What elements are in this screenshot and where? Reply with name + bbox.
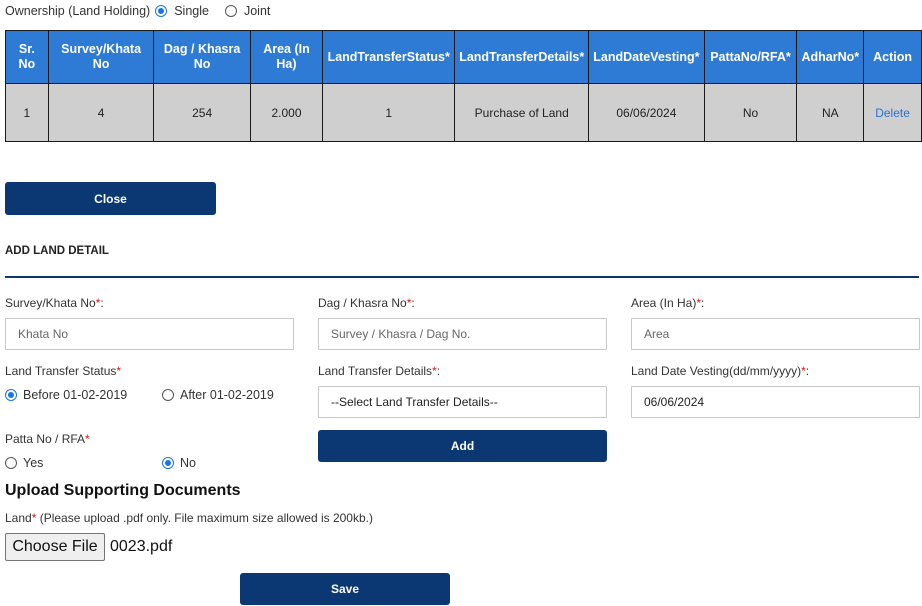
col-patta-rfa: PattaNo/RFA*: [703, 30, 798, 84]
dag-khasra-label: Dag / Khasra No*:: [318, 296, 415, 310]
label-colon: :: [701, 296, 705, 310]
cell-transfer-status: 1: [322, 83, 456, 142]
dag-khasra-input[interactable]: Survey / Khasra / Dag No.: [318, 318, 607, 350]
cell-transfer-details: Purchase of Land: [454, 83, 590, 142]
patta-rfa-label: Patta No / RFA*: [5, 432, 90, 446]
cell-action: Delete: [863, 83, 922, 142]
col-action: Action: [863, 30, 922, 84]
close-button[interactable]: Close: [5, 182, 216, 215]
cell-survey-khata: 4: [47, 83, 155, 142]
ownership-label: Ownership (Land Holding): [5, 4, 151, 18]
survey-khata-placeholder: Khata No: [18, 327, 69, 341]
ownership-joint-radio[interactable]: [224, 5, 237, 17]
transfer-details-label-text: Land Transfer Details: [318, 364, 433, 378]
transfer-after-option[interactable]: After 01-02-2019: [162, 388, 274, 402]
cell-patta-rfa: No: [703, 83, 798, 142]
patta-no-radio[interactable]: [162, 457, 174, 469]
transfer-after-label[interactable]: After 01-02-2019: [180, 388, 274, 402]
required-mark: *: [85, 432, 90, 446]
col-area: Area (In Ha): [249, 30, 324, 84]
col-survey-khata: Survey/Khata No: [47, 30, 155, 84]
date-vesting-value: 06/06/2024: [644, 395, 705, 409]
upload-note-text: (Please upload .pdf only. File maximum s…: [36, 511, 373, 525]
dag-khasra-placeholder: Survey / Khasra / Dag No.: [331, 327, 471, 341]
cell-sr-no: 1: [5, 83, 49, 142]
transfer-details-selected-value: --Select Land Transfer Details--: [331, 395, 498, 409]
survey-khata-label-text: Survey/Khata No: [5, 296, 96, 310]
patta-yes-label[interactable]: Yes: [23, 456, 43, 470]
transfer-status-label: Land Transfer Status*: [5, 364, 121, 378]
land-table: Sr. No Survey/Khata No Dag / Khasra No A…: [5, 30, 922, 142]
col-sr-no: Sr. No: [5, 30, 49, 84]
cell-area: 2.000: [249, 83, 324, 142]
table-header-row: Sr. No Survey/Khata No Dag / Khasra No A…: [5, 30, 922, 84]
transfer-before-option[interactable]: Before 01-02-2019: [5, 388, 127, 402]
ownership-single-label[interactable]: Single: [174, 4, 209, 18]
ownership-row: Ownership (Land Holding) Single Joint: [5, 4, 270, 18]
ownership-joint-label[interactable]: Joint: [244, 4, 270, 18]
survey-khata-label: Survey/Khata No*:: [5, 296, 104, 310]
delete-link[interactable]: Delete: [875, 106, 910, 120]
required-mark: *: [116, 364, 122, 378]
transfer-before-radio[interactable]: [5, 389, 17, 401]
patta-rfa-label-text: Patta No / RFA: [5, 432, 86, 446]
transfer-after-radio[interactable]: [162, 389, 174, 401]
transfer-status-label-text: Land Transfer Status: [5, 364, 117, 378]
date-vesting-input[interactable]: 06/06/2024: [631, 386, 920, 418]
transfer-details-label: Land Transfer Details*:: [318, 364, 440, 378]
col-dag-khasra: Dag / Khasra No: [153, 30, 251, 84]
col-transfer-status: LandTransferStatus*: [322, 30, 456, 84]
section-divider: [5, 276, 919, 278]
label-colon: :: [436, 364, 441, 378]
area-input[interactable]: Area: [631, 318, 920, 350]
dag-khasra-label-text: Dag / Khasra No: [318, 296, 407, 310]
cell-date-vesting: 06/06/2024: [588, 83, 705, 142]
add-button[interactable]: Add: [318, 430, 607, 462]
col-date-vesting: LandDateVesting*: [588, 30, 705, 84]
label-colon: :: [100, 296, 104, 310]
save-button[interactable]: Save: [240, 573, 450, 605]
ownership-single-radio[interactable]: [155, 5, 168, 17]
table-row: 1 4 254 2.000 1 Purchase of Land 06/06/2…: [5, 83, 922, 142]
survey-khata-input[interactable]: Khata No: [5, 318, 294, 350]
label-colon: :: [805, 364, 810, 378]
patta-yes-option[interactable]: Yes: [5, 456, 43, 470]
patta-no-option[interactable]: No: [162, 456, 196, 470]
cell-dag-khasra: 254: [153, 83, 251, 142]
area-label: Area (In Ha)*:: [631, 296, 704, 310]
patta-no-label[interactable]: No: [180, 456, 196, 470]
area-placeholder: Area: [644, 327, 670, 341]
transfer-before-label[interactable]: Before 01-02-2019: [23, 388, 127, 402]
add-land-detail-title: ADD LAND DETAIL: [5, 245, 109, 257]
transfer-details-select[interactable]: --Select Land Transfer Details--: [318, 386, 607, 418]
date-vesting-label: Land Date Vesting(dd/mm/yyyy)*:: [631, 364, 809, 378]
label-colon: :: [411, 296, 415, 310]
patta-yes-radio[interactable]: [5, 457, 17, 469]
date-vesting-label-text: Land Date Vesting(dd/mm/yyyy): [631, 364, 802, 378]
choose-file-button[interactable]: Choose File: [5, 533, 105, 561]
upload-note: Land* (Please upload .pdf only. File max…: [5, 511, 373, 525]
col-adhar: AdharNo*: [796, 30, 865, 84]
cell-adhar: NA: [796, 83, 865, 142]
upload-title: Upload Supporting Documents: [5, 482, 241, 499]
area-label-text: Area (In Ha): [631, 296, 697, 310]
selected-file-name: 0023.pdf: [110, 538, 173, 555]
upload-note-label: Land: [5, 511, 32, 525]
col-transfer-details: LandTransferDetails*: [454, 30, 590, 84]
